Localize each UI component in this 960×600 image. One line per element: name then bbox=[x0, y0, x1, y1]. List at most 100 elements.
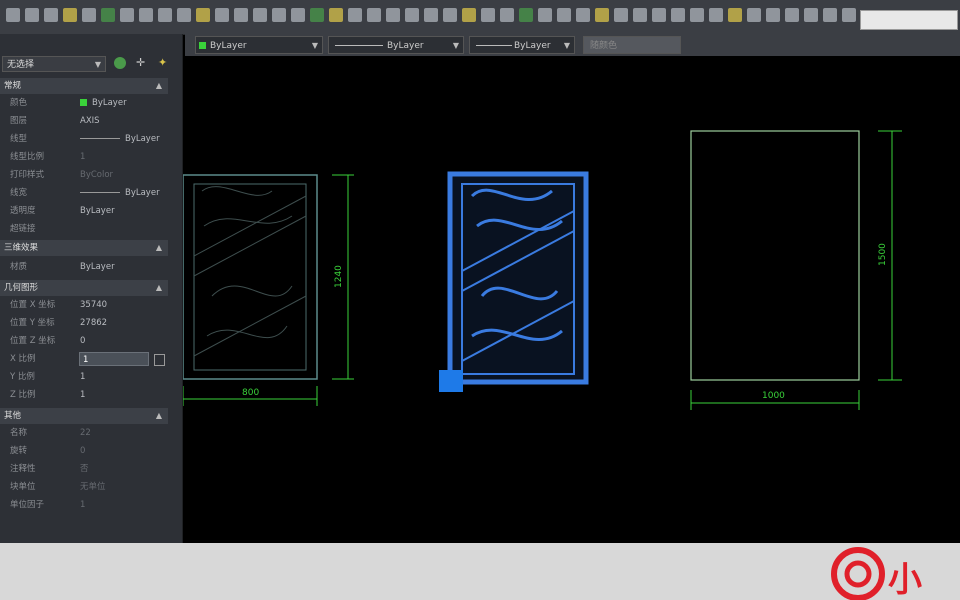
select-objects-icon[interactable]: ✛ bbox=[136, 56, 145, 69]
toolbar-tool-icon[interactable] bbox=[101, 8, 115, 22]
toolbar-tool-icon[interactable] bbox=[671, 8, 685, 22]
property-row[interactable]: 块单位 无单位 bbox=[0, 478, 168, 496]
property-value: ByLayer bbox=[80, 94, 127, 112]
toolbar-tool-icon[interactable] bbox=[652, 8, 666, 22]
toolbar-tool-icon[interactable] bbox=[348, 8, 362, 22]
search-input[interactable] bbox=[860, 10, 958, 30]
chevron-down-icon: ▼ bbox=[563, 41, 570, 50]
toolbar-tool-icon[interactable] bbox=[82, 8, 96, 22]
quick-select-icon[interactable] bbox=[114, 57, 126, 69]
toolbar-tool-icon[interactable] bbox=[310, 8, 324, 22]
toolbar-tool-icon[interactable] bbox=[6, 8, 20, 22]
toolbar-tool-icon[interactable] bbox=[139, 8, 153, 22]
property-row[interactable]: 位置 X 坐标 35740 bbox=[0, 296, 168, 314]
plotstyle-combo-label: 随颜色 bbox=[590, 41, 618, 51]
toolbar-tool-icon[interactable] bbox=[272, 8, 286, 22]
toolbar-tool-icon[interactable] bbox=[500, 8, 514, 22]
toolbar-tool-icon[interactable] bbox=[804, 8, 818, 22]
toolbar-tool-icon[interactable] bbox=[25, 8, 39, 22]
property-row[interactable]: Y 比例 1 bbox=[0, 368, 168, 386]
property-key: Z 比例 bbox=[10, 390, 36, 400]
property-value: ByColor bbox=[80, 170, 114, 180]
toolbar-tool-icon[interactable] bbox=[158, 8, 172, 22]
property-row[interactable]: 线宽 ByLayer bbox=[0, 184, 168, 202]
property-row[interactable]: 旋转 0 bbox=[0, 442, 168, 460]
toolbar-tool-icon[interactable] bbox=[785, 8, 799, 22]
toolbar-tool-icon[interactable] bbox=[215, 8, 229, 22]
toolbar-tool-icon[interactable] bbox=[823, 8, 837, 22]
property-row[interactable]: 注释性 否 bbox=[0, 460, 168, 478]
toolbar-tool-icon[interactable] bbox=[462, 8, 476, 22]
toolbar-tool-icon[interactable] bbox=[614, 8, 628, 22]
property-row[interactable]: 透明度 ByLayer bbox=[0, 202, 168, 220]
toolbar-tool-icon[interactable] bbox=[557, 8, 571, 22]
property-row[interactable]: 位置 Y 坐标 27862 bbox=[0, 314, 168, 332]
section-general-label: 常规 bbox=[4, 81, 22, 91]
toolbar-tool-icon[interactable] bbox=[576, 8, 590, 22]
dim-right-height: 1500 bbox=[878, 243, 888, 266]
rectangle-right[interactable] bbox=[690, 130, 860, 381]
lineweight-combo[interactable]: ByLayer ▼ bbox=[469, 36, 575, 54]
x-scale-input[interactable]: 1 bbox=[79, 352, 149, 366]
toggle-pickadd-icon[interactable]: ✦ bbox=[158, 56, 167, 69]
layer-combo[interactable]: ByLayer ▼ bbox=[195, 36, 323, 54]
toolbar-tool-icon[interactable] bbox=[120, 8, 134, 22]
toolbar-tool-icon[interactable] bbox=[766, 8, 780, 22]
toolbar-tool-icon[interactable] bbox=[595, 8, 609, 22]
selection-combo[interactable]: 无选择 ▼ bbox=[2, 56, 106, 72]
toolbar-tool-icon[interactable] bbox=[234, 8, 248, 22]
property-row[interactable]: 单位因子 1 bbox=[0, 496, 168, 514]
property-row[interactable]: 超链接 bbox=[0, 220, 168, 238]
property-row[interactable]: 图层 AXIS bbox=[0, 112, 168, 130]
chevron-down-icon: ▼ bbox=[452, 41, 459, 50]
toolbar-tool-icon[interactable] bbox=[405, 8, 419, 22]
section-misc[interactable]: 其他 ▲ bbox=[0, 408, 168, 424]
property-row[interactable]: 材质 ByLayer bbox=[0, 258, 168, 276]
toolbar-tool-icon[interactable] bbox=[63, 8, 77, 22]
toolbar-tool-icon[interactable] bbox=[196, 8, 210, 22]
property-row[interactable]: 位置 Z 坐标 0 bbox=[0, 332, 168, 350]
screen-panel-left[interactable] bbox=[182, 174, 318, 380]
screen-panel-selected[interactable] bbox=[439, 171, 589, 392]
property-key: 材质 bbox=[10, 262, 28, 272]
property-row[interactable]: 线型比例 1 bbox=[0, 148, 168, 166]
toolbar-tool-icon[interactable] bbox=[443, 8, 457, 22]
property-key: 打印样式 bbox=[10, 170, 45, 180]
toolbar-tool-icon[interactable] bbox=[329, 8, 343, 22]
grip-handle[interactable] bbox=[439, 370, 463, 392]
toolbar-tool-icon[interactable] bbox=[367, 8, 381, 22]
section-geometry[interactable]: 几何图形 ▲ bbox=[0, 280, 168, 296]
property-row[interactable]: Z 比例 1 bbox=[0, 386, 168, 404]
toolbar-tool-icon[interactable] bbox=[291, 8, 305, 22]
toolbar-tool-icon[interactable] bbox=[519, 8, 533, 22]
toolbar-tool-icon[interactable] bbox=[633, 8, 647, 22]
section-general[interactable]: 常规 ▲ bbox=[0, 78, 168, 94]
linetype-combo[interactable]: ByLayer ▼ bbox=[328, 36, 464, 54]
section-3d-effects[interactable]: 三维效果 ▲ bbox=[0, 240, 168, 256]
drawing-canvas[interactable]: 800 1240 1000 1500 bbox=[182, 56, 960, 543]
property-row[interactable]: X 比例 1 bbox=[0, 350, 168, 368]
toolbar-tool-icon[interactable] bbox=[44, 8, 58, 22]
toolbar-tool-icon[interactable] bbox=[728, 8, 742, 22]
property-key: 线宽 bbox=[10, 188, 28, 198]
toolbar-tool-icon[interactable] bbox=[253, 8, 267, 22]
property-row[interactable]: 线型 ByLayer bbox=[0, 130, 168, 148]
toolbar-tool-icon[interactable] bbox=[386, 8, 400, 22]
property-row[interactable]: 名称 22 bbox=[0, 424, 168, 442]
toolbar-tool-icon[interactable] bbox=[481, 8, 495, 22]
toolbar-tool-icon[interactable] bbox=[177, 8, 191, 22]
property-row[interactable]: 打印样式 ByColor bbox=[0, 166, 168, 184]
plotstyle-combo[interactable]: 随颜色 bbox=[583, 36, 681, 54]
toolbar-tool-icon[interactable] bbox=[690, 8, 704, 22]
toolbar-tool-icon[interactable] bbox=[538, 8, 552, 22]
toolbar-tool-icon[interactable] bbox=[747, 8, 761, 22]
property-key: 注释性 bbox=[10, 464, 36, 474]
properties-toolbar: ByLayer ▼ ByLayer ▼ ByLayer ▼ 随颜色 bbox=[185, 34, 960, 56]
line-preview-icon bbox=[476, 45, 512, 46]
toolbar-tool-icon[interactable] bbox=[842, 8, 856, 22]
property-row[interactable]: 颜色 ByLayer bbox=[0, 94, 168, 112]
toolbar-tool-icon[interactable] bbox=[424, 8, 438, 22]
calculator-icon[interactable] bbox=[154, 354, 165, 366]
toolbar-tool-icon[interactable] bbox=[709, 8, 723, 22]
lineweight-combo-label: ByLayer bbox=[514, 41, 551, 51]
